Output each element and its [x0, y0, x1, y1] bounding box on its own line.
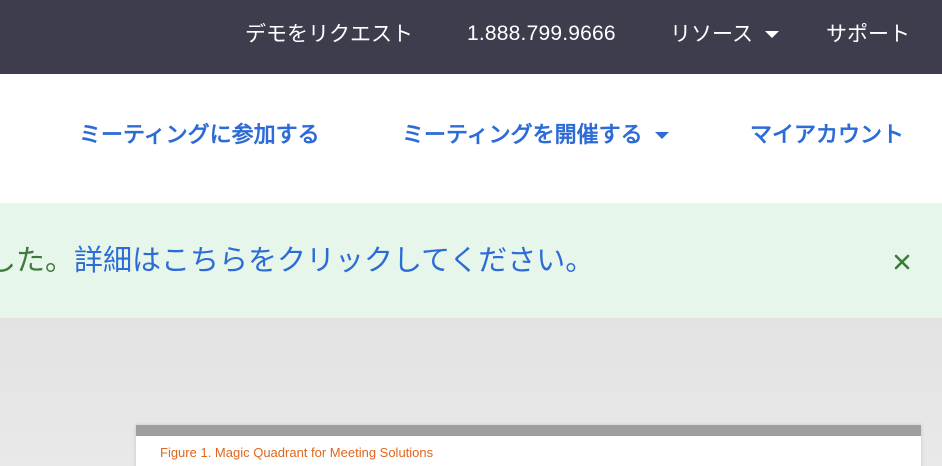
phone-link[interactable]: 1.888.799.9666 — [467, 0, 616, 74]
notice-message: ました。詳細はこちらをクリックしてください。 — [0, 203, 594, 318]
top-utility-bar: デモをリクエスト 1.888.799.9666 リソース サポート — [0, 0, 942, 74]
notice-banner: ました。詳細はこちらをクリックしてください。 — [0, 203, 942, 318]
phone-number: 1.888.799.9666 — [467, 22, 616, 45]
close-icon — [894, 254, 910, 270]
join-meeting-link[interactable]: ミーティングに参加する — [79, 74, 320, 203]
figure-header-bar — [136, 425, 921, 436]
figure-caption: Figure 1. Magic Quadrant for Meeting Sol… — [160, 445, 434, 460]
resources-label: リソース — [670, 22, 753, 46]
request-demo-link[interactable]: デモをリクエスト — [245, 0, 413, 74]
resources-menu[interactable]: リソース — [670, 0, 779, 74]
notice-details-link[interactable]: 詳細はこちらをクリックしてください。 — [74, 243, 594, 277]
figure-card: Figure 1. Magic Quadrant for Meeting Sol… — [136, 425, 921, 466]
my-account-label: マイアカウント — [750, 123, 905, 148]
notice-close-button[interactable] — [891, 251, 913, 273]
join-meeting-label: ミーティングに参加する — [79, 123, 320, 148]
request-demo-label: デモをリクエスト — [245, 22, 413, 46]
my-account-link[interactable]: マイアカウント — [750, 74, 904, 203]
notice-prefix: ました。 — [0, 243, 75, 277]
chevron-down-icon — [764, 30, 779, 38]
main-navigation: ミーティングに参加する ミーティングを開催する マイアカウント — [0, 74, 942, 203]
host-meeting-label: ミーティングを開催する — [402, 123, 643, 148]
host-meeting-menu[interactable]: ミーティングを開催する — [402, 74, 669, 203]
support-link[interactable]: サポート — [826, 0, 910, 74]
hero-section: Figure 1. Magic Quadrant for Meeting Sol… — [0, 318, 942, 466]
chevron-down-icon — [654, 131, 669, 139]
support-label: サポート — [826, 22, 910, 46]
